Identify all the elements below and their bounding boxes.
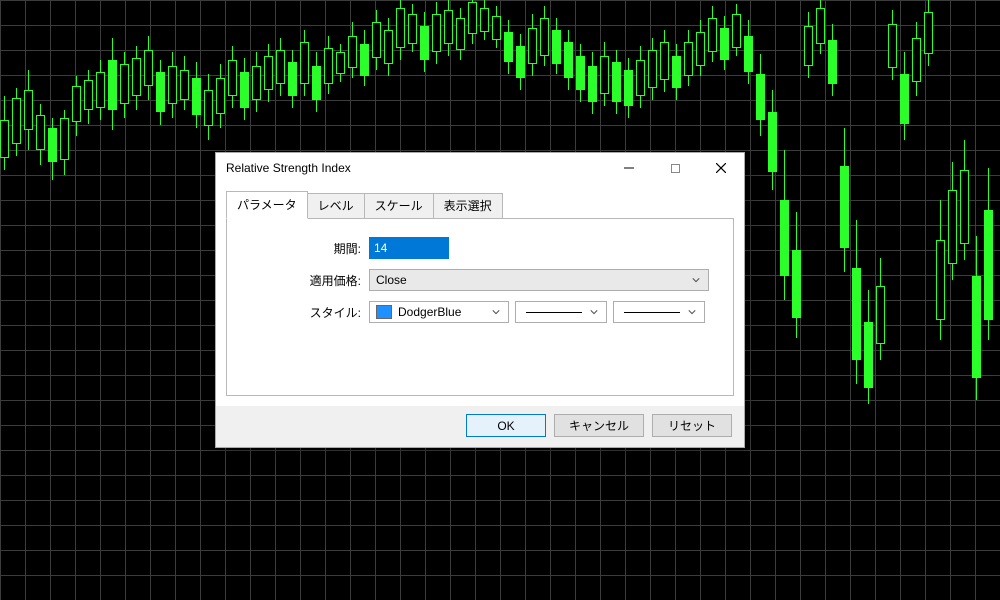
dialog-button-row: OK キャンセル リセット xyxy=(216,406,744,447)
minimize-button[interactable] xyxy=(606,153,652,183)
cancel-button[interactable]: キャンセル xyxy=(554,414,644,437)
period-input[interactable] xyxy=(369,237,449,259)
color-swatch xyxy=(376,305,392,319)
button-label: OK xyxy=(497,419,514,433)
style-line-pattern-select[interactable] xyxy=(515,301,607,323)
tab-label: レベル xyxy=(318,199,354,213)
button-label: キャンセル xyxy=(569,417,629,434)
chevron-down-icon xyxy=(586,308,602,316)
tab-panel-parameters: 期間: 適用価格: Close スタイル: DodgerBlu xyxy=(226,218,734,396)
style-color-select[interactable]: DodgerBlue xyxy=(369,301,509,323)
maximize-icon xyxy=(671,164,680,173)
tab-levels[interactable]: レベル xyxy=(307,193,365,218)
tab-parameters[interactable]: パラメータ xyxy=(226,191,308,219)
line-pattern-sample xyxy=(526,312,582,313)
style-line-width-select[interactable] xyxy=(613,301,705,323)
reset-button[interactable]: リセット xyxy=(652,414,732,437)
close-button[interactable] xyxy=(698,153,744,183)
apply-price-value: Close xyxy=(376,273,407,287)
chevron-down-icon xyxy=(488,308,504,316)
style-label: スタイル: xyxy=(239,304,369,321)
maximize-button[interactable] xyxy=(652,153,698,183)
chevron-down-icon xyxy=(688,276,704,284)
tab-scale[interactable]: スケール xyxy=(364,193,434,218)
button-label: リセット xyxy=(668,417,716,434)
apply-price-select[interactable]: Close xyxy=(369,269,709,291)
tab-label: パラメータ xyxy=(237,198,297,212)
period-label: 期間: xyxy=(239,240,369,257)
tab-label: スケール xyxy=(375,199,423,213)
ok-button[interactable]: OK xyxy=(466,414,546,437)
rsi-dialog: Relative Strength Index パラメータ レベル スケール 表… xyxy=(215,152,745,448)
tab-row: パラメータ レベル スケール 表示選択 xyxy=(216,183,744,218)
dialog-titlebar[interactable]: Relative Strength Index xyxy=(216,153,744,183)
close-icon xyxy=(716,163,726,173)
apply-price-label: 適用価格: xyxy=(239,272,369,289)
style-color-name: DodgerBlue xyxy=(398,305,461,319)
chevron-down-icon xyxy=(684,308,700,316)
line-width-sample xyxy=(624,312,680,313)
dialog-title: Relative Strength Index xyxy=(226,161,351,175)
tab-label: 表示選択 xyxy=(444,199,492,213)
tab-display[interactable]: 表示選択 xyxy=(433,193,503,218)
